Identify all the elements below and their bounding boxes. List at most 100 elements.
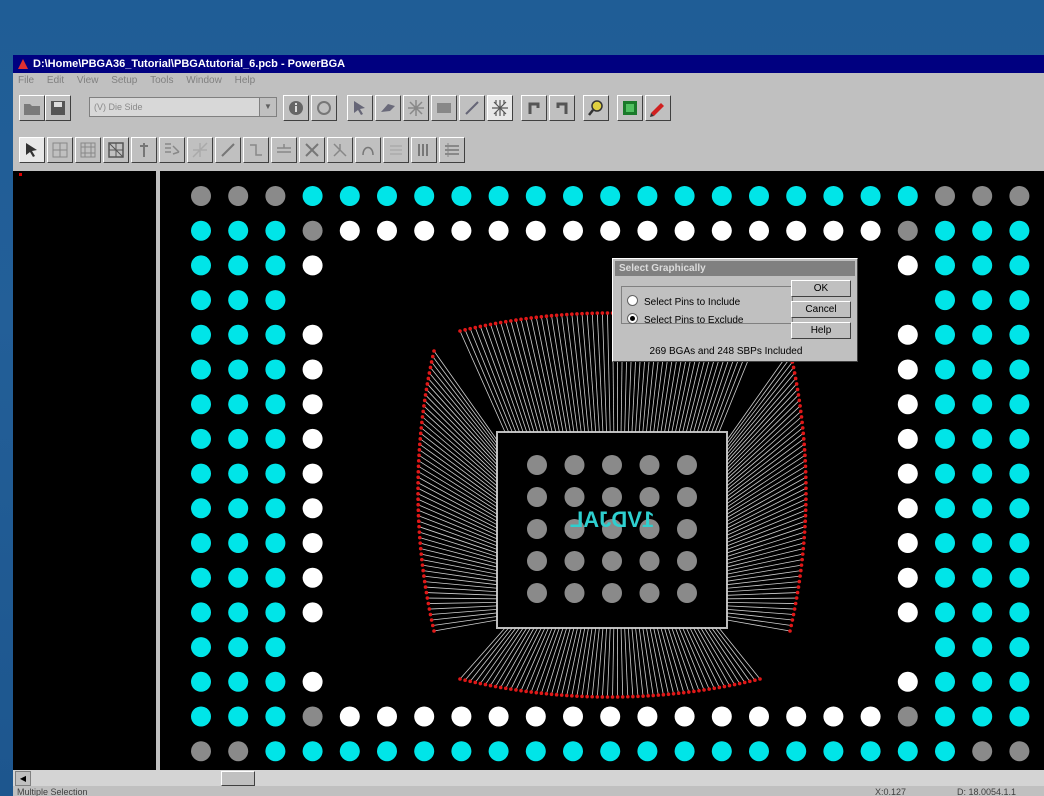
bga-ball <box>1009 741 1030 762</box>
ok-button[interactable]: OK <box>791 280 851 297</box>
menu-view[interactable]: View <box>77 73 99 89</box>
design-canvas[interactable]: 1VDJAL <box>160 171 1044 773</box>
horizontal-scrollbar[interactable]: ◀ <box>13 770 1044 786</box>
bond-finger <box>564 312 569 317</box>
option-include[interactable]: Select Pins to Include <box>627 295 740 308</box>
bond-finger <box>424 387 429 392</box>
wire-top <box>510 320 542 433</box>
board-view[interactable]: 1VDJAL <box>160 171 1044 773</box>
pointer-button[interactable] <box>19 137 45 163</box>
board-view-button[interactable] <box>617 95 643 121</box>
bond-finger <box>418 437 423 441</box>
menu-edit[interactable]: Edit <box>47 73 64 89</box>
option-exclude[interactable]: Select Pins to Exclude <box>627 313 744 326</box>
die-ball <box>602 583 622 603</box>
bga-ball <box>600 706 621 727</box>
zoom-button[interactable] <box>583 95 609 121</box>
bga-ball <box>191 741 211 762</box>
snowflake-button[interactable] <box>487 95 513 121</box>
cancel-button[interactable]: Cancel <box>791 301 851 318</box>
component-label: 1VDJAL <box>570 507 654 532</box>
bond-finger <box>416 480 420 485</box>
diagonal-line-button[interactable] <box>459 95 485 121</box>
bond-finger <box>417 442 422 447</box>
matrix-button[interactable] <box>103 137 129 163</box>
bond-finger <box>416 519 421 523</box>
bga-ball <box>637 706 658 727</box>
open-folder-button[interactable] <box>19 95 45 121</box>
route-button[interactable] <box>375 95 401 121</box>
bga-ball <box>972 671 993 692</box>
wire-bottom <box>675 627 700 691</box>
parallel-button[interactable] <box>383 137 409 163</box>
bond-finger <box>422 574 426 578</box>
bga-ball <box>228 498 249 519</box>
menu-file[interactable]: File <box>18 73 34 89</box>
save-button[interactable] <box>45 95 71 121</box>
wire-left <box>418 465 498 515</box>
bga-ball <box>935 394 955 415</box>
vertical-bars-button[interactable] <box>411 137 437 163</box>
bga-ball <box>935 637 955 658</box>
rectangle-button[interactable] <box>431 95 457 121</box>
chevron-down-icon[interactable]: ▼ <box>259 98 276 116</box>
menu-help[interactable]: Help <box>235 73 256 89</box>
bond-finger <box>742 680 747 685</box>
bga-ball <box>191 186 211 206</box>
bond-finger <box>799 563 804 567</box>
wire-right <box>726 383 797 462</box>
bga-ball <box>265 324 286 345</box>
fan-button[interactable] <box>159 137 185 163</box>
bond-finger <box>580 694 584 699</box>
radio-exclude[interactable] <box>627 313 638 324</box>
scroll-left-icon[interactable]: ◀ <box>15 771 31 786</box>
menu-window[interactable]: Window <box>186 73 222 89</box>
main-toolbar: (V) Die Side ▼ <box>13 91 1044 125</box>
bond-finger <box>625 694 630 699</box>
wirebond-button[interactable] <box>355 137 381 163</box>
cross-button[interactable] <box>299 137 325 163</box>
bga-ball <box>191 324 211 345</box>
menu-tools[interactable]: Tools <box>150 73 173 89</box>
info-button[interactable] <box>283 95 309 121</box>
wire-top <box>561 314 578 433</box>
bond-finger <box>418 431 423 436</box>
bond-finger <box>671 691 676 696</box>
grid-pad-button[interactable] <box>47 137 73 163</box>
pin-button[interactable] <box>131 137 157 163</box>
menu-setup[interactable]: Setup <box>111 73 137 89</box>
menu-bar: File Edit View Setup Tools Window Help <box>13 73 1044 89</box>
undo-button[interactable] <box>521 95 547 121</box>
wire-bottom <box>624 627 629 697</box>
scrollbar-thumb[interactable] <box>221 771 255 786</box>
bga-ball <box>228 602 249 623</box>
wirebond-icon <box>362 146 374 156</box>
bga-ball <box>191 706 211 727</box>
bga-ball <box>228 220 249 241</box>
star-pattern-button[interactable] <box>403 95 429 121</box>
redo-button[interactable] <box>549 95 575 121</box>
bond-finger <box>423 393 428 397</box>
layer-select[interactable]: (V) Die Side ▼ <box>89 97 277 117</box>
bga-ball <box>191 567 211 588</box>
bga-ball <box>972 741 993 762</box>
pen-tool-button[interactable] <box>645 95 671 121</box>
bus-button[interactable] <box>271 137 297 163</box>
bga-ball <box>935 359 955 380</box>
net-button[interactable] <box>243 137 269 163</box>
help-button[interactable]: Help <box>791 322 851 339</box>
split-button[interactable] <box>327 137 353 163</box>
wire-bottom <box>546 627 568 694</box>
bga-array-button[interactable] <box>75 137 101 163</box>
die-ball <box>639 455 660 475</box>
bond-finger <box>570 694 574 698</box>
spread-button[interactable] <box>187 137 213 163</box>
refresh-button[interactable] <box>311 95 337 121</box>
radio-include[interactable] <box>627 295 638 306</box>
bond-finger <box>458 677 462 681</box>
bond-finger <box>478 324 483 329</box>
bga-ball <box>674 741 695 762</box>
select-arrow-button[interactable] <box>347 95 373 121</box>
line-button[interactable] <box>215 137 241 163</box>
layers-button[interactable] <box>439 137 465 163</box>
